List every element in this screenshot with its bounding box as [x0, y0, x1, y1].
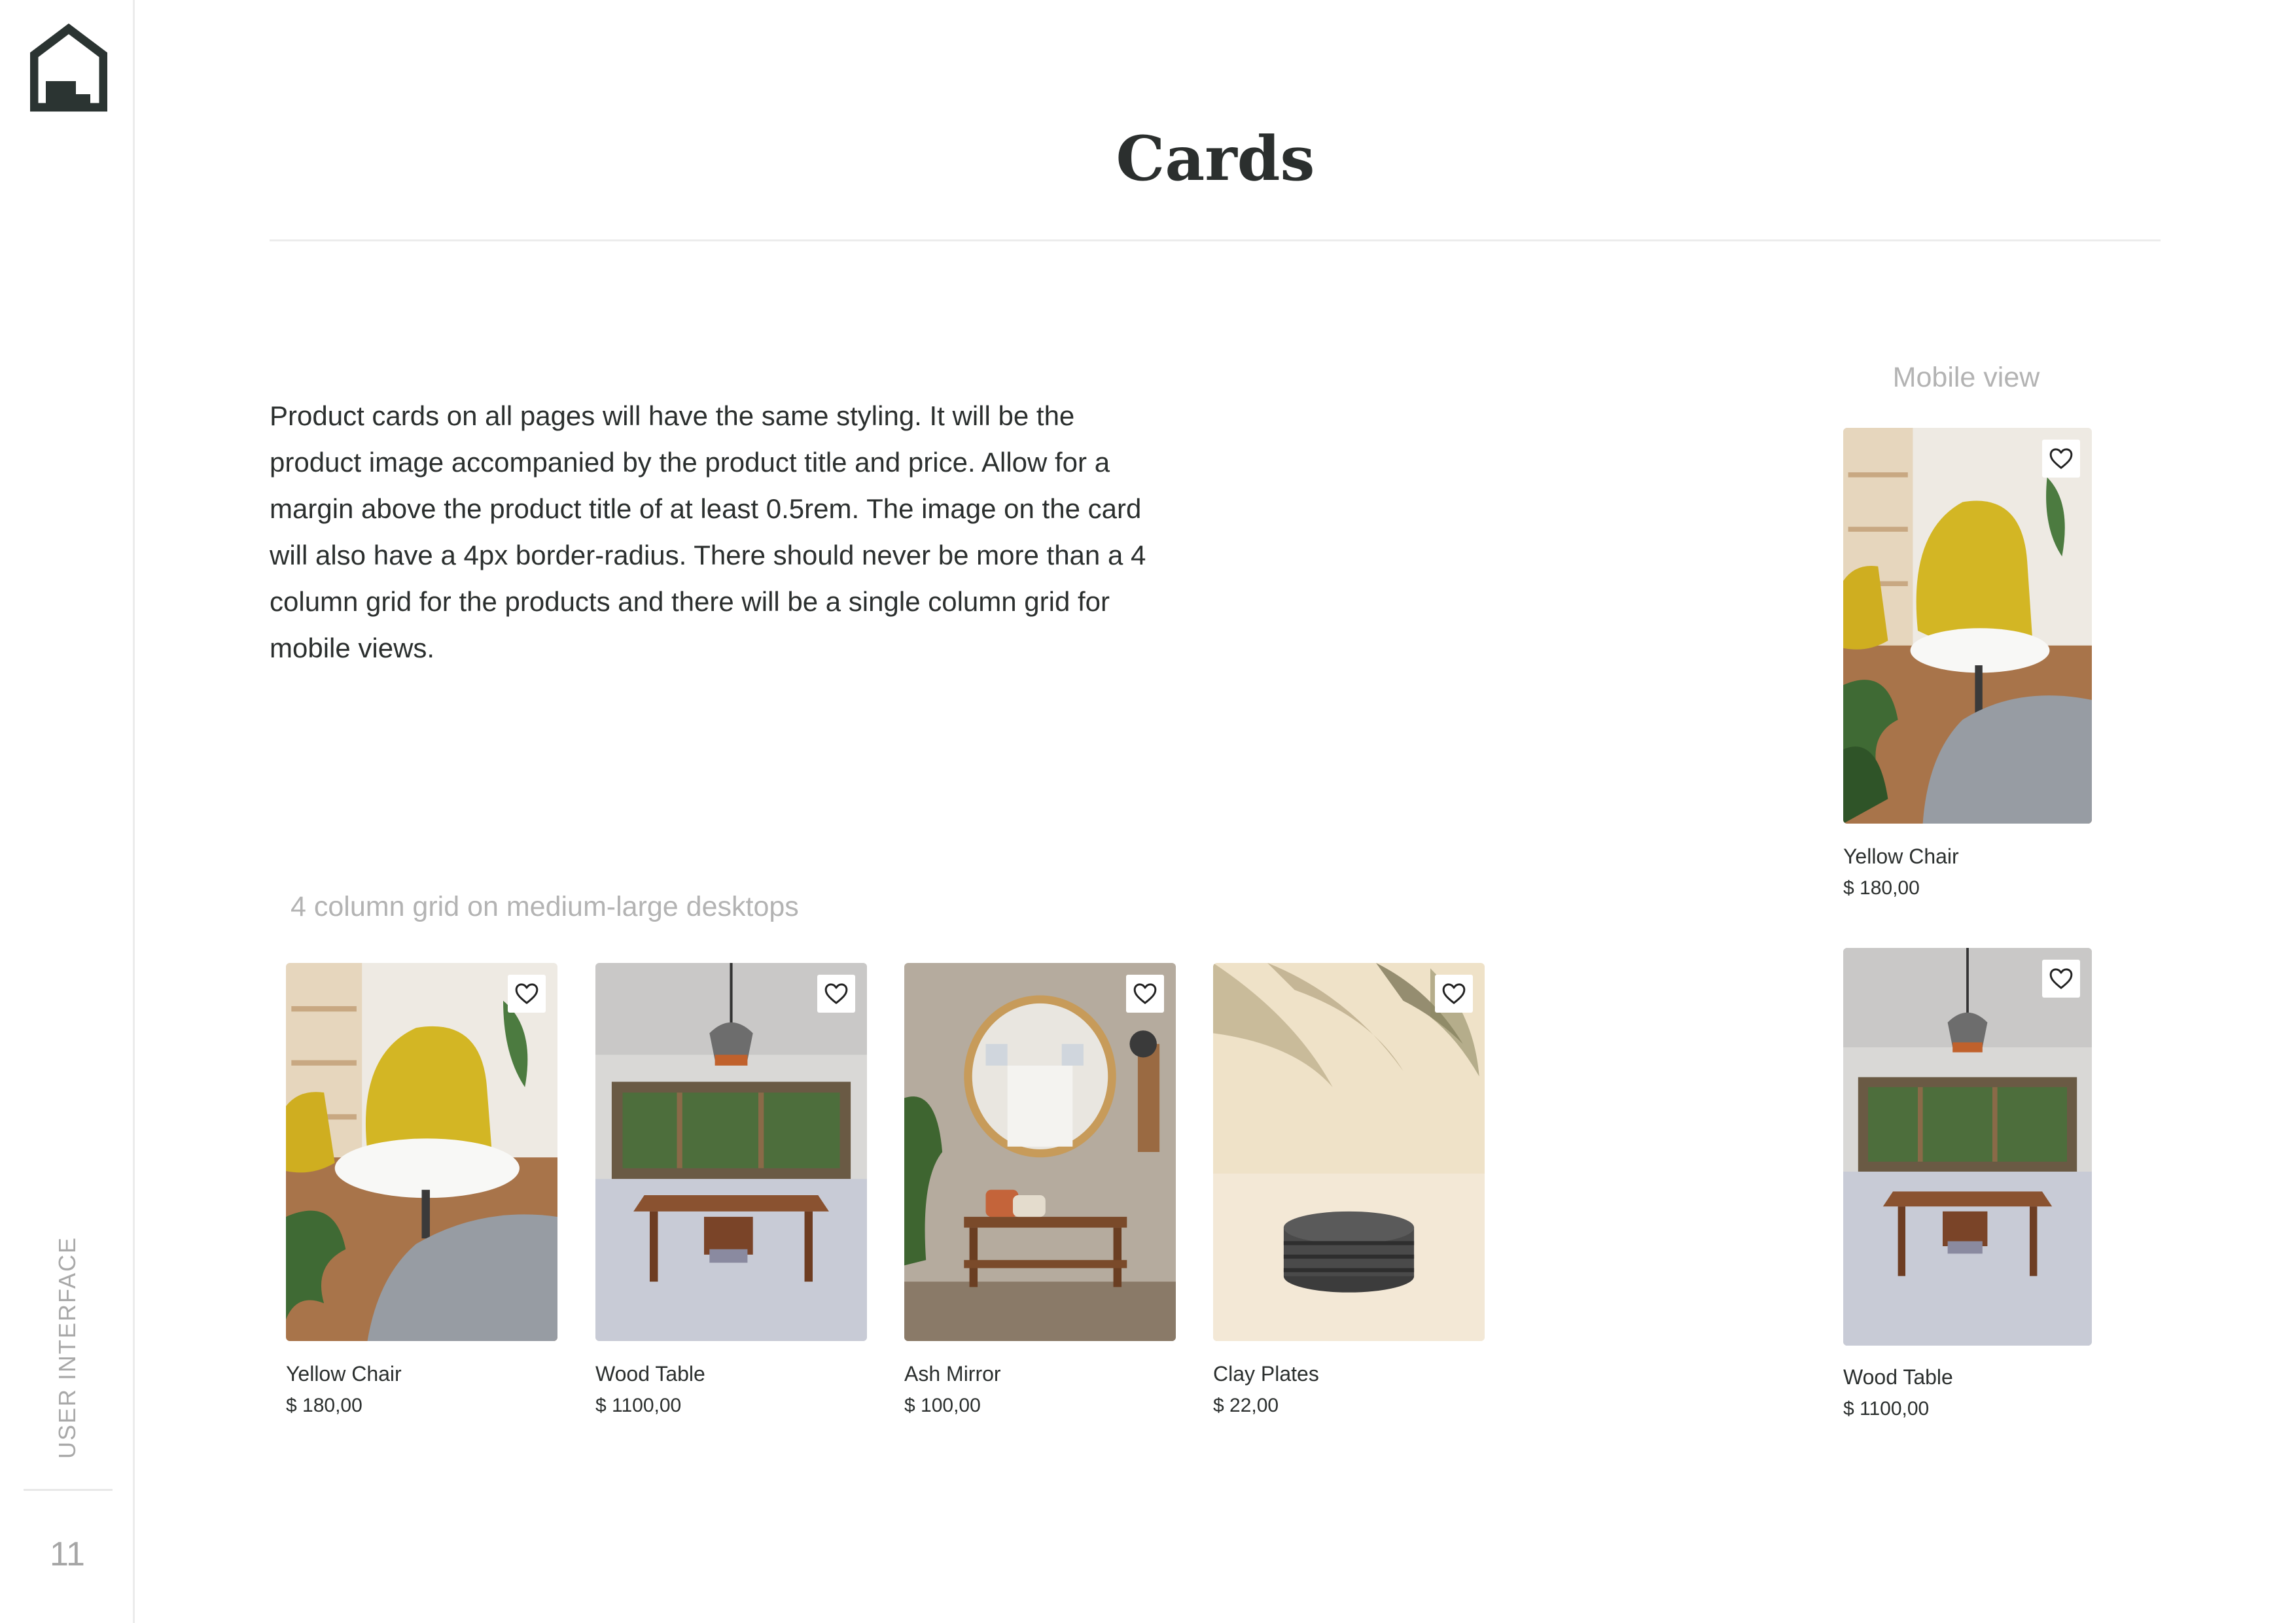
product-title[interactable]: Wood Table	[1843, 1365, 1953, 1389]
product-price: $ 22,00	[1213, 1395, 1279, 1416]
product-title[interactable]: Ash Mirror	[904, 1362, 1001, 1386]
favorite-button[interactable]	[1126, 975, 1164, 1013]
heart-outline-icon	[2049, 968, 2073, 989]
favorite-button[interactable]	[508, 975, 546, 1013]
heart-outline-icon	[1442, 983, 1466, 1004]
house-logo-icon	[30, 24, 107, 112]
page-number: 11	[50, 1535, 85, 1573]
title-divider	[270, 239, 2161, 241]
page-title: Cards	[1116, 123, 1315, 195]
product-price: $ 100,00	[904, 1395, 981, 1416]
sidebar-divider	[24, 1489, 113, 1491]
wood-table-image[interactable]	[595, 963, 867, 1341]
product-title[interactable]: Yellow Chair	[286, 1362, 402, 1386]
ash-mirror-image[interactable]	[904, 963, 1176, 1341]
favorite-button[interactable]	[817, 975, 855, 1013]
product-price: $ 1100,00	[595, 1395, 682, 1416]
desktop-grid-caption: 4 column grid on medium-large desktops	[291, 891, 799, 922]
product-title[interactable]: Yellow Chair	[1843, 845, 1959, 869]
yellow-chair-image[interactable]	[1843, 428, 2092, 824]
product-price: $ 1100,00	[1843, 1398, 1930, 1420]
favorite-button[interactable]	[2042, 960, 2080, 998]
favorite-button[interactable]	[2042, 440, 2080, 478]
product-price: $ 180,00	[286, 1395, 362, 1416]
section-label: USER INTERFACE	[54, 1236, 80, 1459]
sidebar: USER INTERFACE 11	[0, 0, 135, 1623]
clay-plates-image[interactable]	[1213, 963, 1485, 1341]
heart-outline-icon	[824, 983, 848, 1004]
product-title[interactable]: Clay Plates	[1213, 1362, 1319, 1386]
wood-table-image[interactable]	[1843, 948, 2092, 1346]
favorite-button[interactable]	[1435, 975, 1473, 1013]
heart-outline-icon	[515, 983, 539, 1004]
intro-paragraph: Product cards on all pages will have the…	[270, 400, 1146, 663]
product-price: $ 180,00	[1843, 877, 1920, 899]
heart-outline-icon	[1133, 983, 1157, 1004]
product-title[interactable]: Wood Table	[595, 1362, 705, 1386]
mobile-view-caption: Mobile view	[1892, 362, 2040, 393]
heart-outline-icon	[2049, 448, 2073, 469]
yellow-chair-image[interactable]	[286, 963, 557, 1341]
